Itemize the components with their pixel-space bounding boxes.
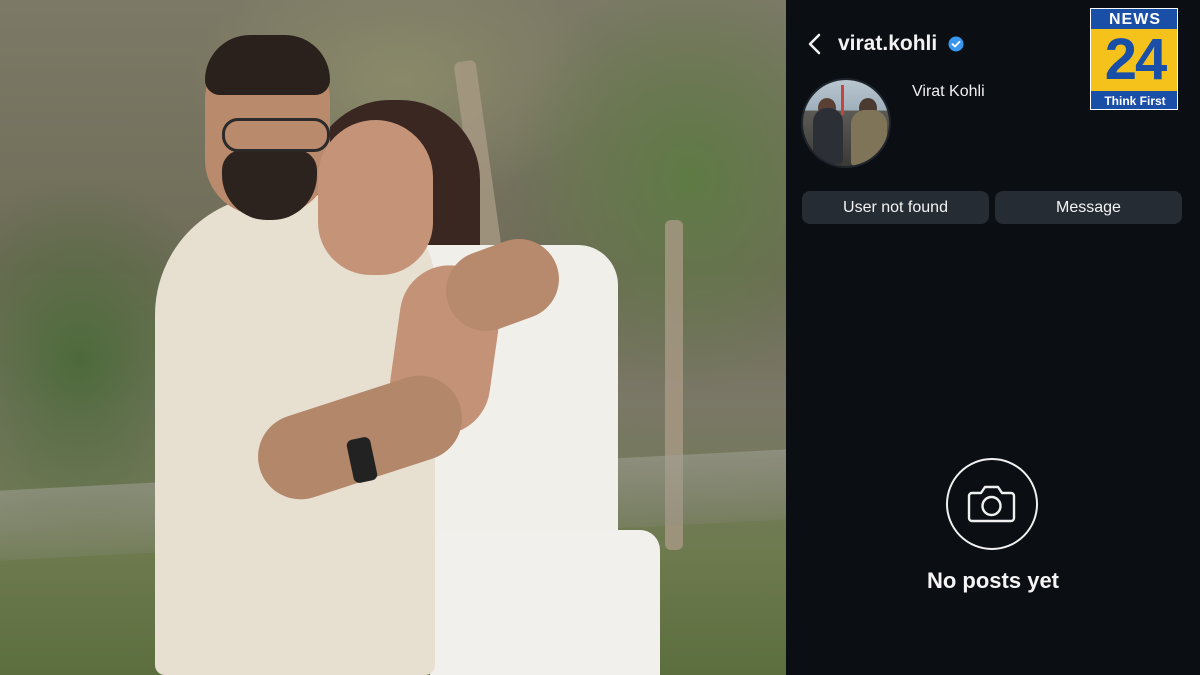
camera-icon	[946, 458, 1038, 550]
woman-face	[318, 120, 433, 275]
back-arrow-icon[interactable]	[804, 30, 828, 58]
full-name: Virat Kohli	[912, 83, 985, 100]
avatar-background	[841, 85, 844, 115]
man-hair	[205, 35, 330, 95]
no-posts-text: No posts yet	[926, 568, 1060, 593]
logo-tagline: Think First	[1091, 92, 1177, 109]
verified-badge-icon	[948, 36, 964, 52]
glasses	[222, 118, 330, 152]
avatar-figure	[813, 108, 843, 164]
avatar[interactable]	[801, 78, 891, 168]
username: virat.kohli	[838, 32, 938, 55]
couple-photo	[0, 0, 786, 675]
logo-number: 24	[1091, 29, 1177, 91]
woman-pants	[430, 530, 660, 675]
news24-logo: NEWS 24 Think First	[1090, 8, 1178, 110]
message-button[interactable]: Message	[995, 191, 1182, 224]
user-not-found-button[interactable]: User not found	[802, 191, 989, 224]
avatar-figure	[851, 110, 887, 166]
